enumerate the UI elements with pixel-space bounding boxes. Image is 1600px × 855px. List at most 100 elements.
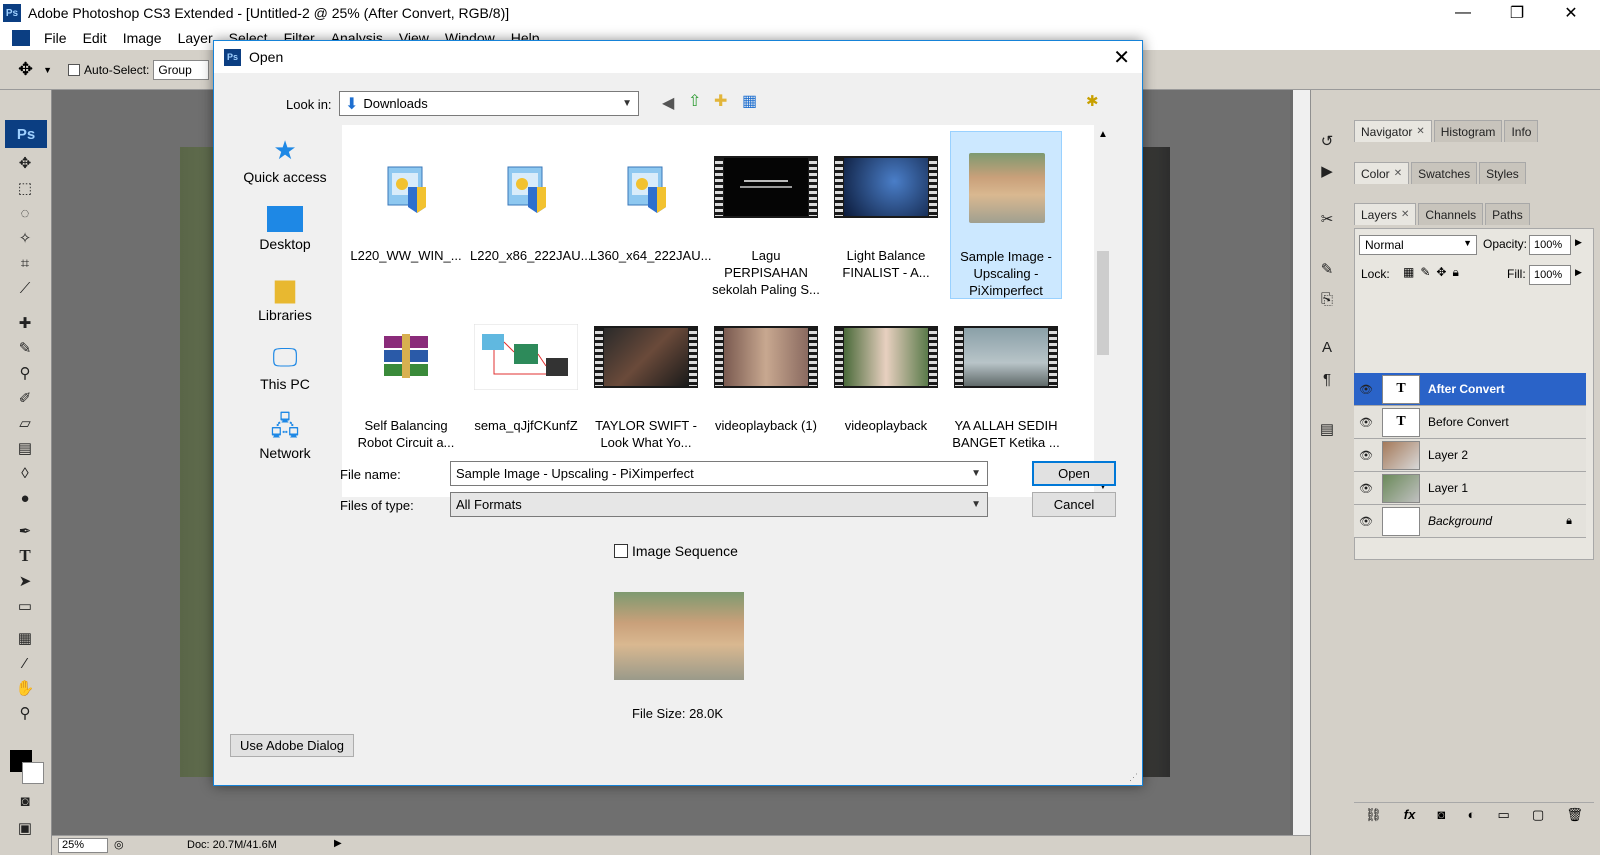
eye-icon[interactable]: 👁︎ (1354, 383, 1378, 396)
open-button[interactable]: Open (1032, 461, 1116, 486)
tab-swatches[interactable]: Swatches (1411, 162, 1478, 184)
eye-icon[interactable]: 👁︎ (1354, 482, 1378, 495)
gradient-tool-icon[interactable]: ▤ (12, 437, 38, 459)
notes-tool-icon[interactable]: ▦ (12, 627, 38, 649)
place-libraries[interactable]: ▆ Libraries (224, 273, 346, 323)
file-name-input[interactable]: Sample Image - Upscaling - PiXimperfect … (450, 461, 988, 486)
tab-color[interactable]: Color ✕ (1354, 162, 1410, 184)
dodge-tool-icon[interactable]: ● (12, 487, 38, 509)
cancel-button[interactable]: Cancel (1032, 492, 1116, 517)
tab-info[interactable]: Info (1504, 120, 1539, 142)
auto-select-checkbox[interactable] (68, 63, 81, 76)
fx-icon[interactable]: fx (1404, 807, 1416, 822)
menu-image[interactable]: Image (115, 30, 170, 46)
hand-tool-icon[interactable]: ✋ (12, 677, 38, 699)
file-item[interactable]: Light Balance FINALIST - A... (830, 131, 942, 299)
image-sequence-checkbox[interactable] (614, 544, 628, 558)
close-app-button[interactable]: ✕ (1548, 0, 1594, 26)
layer-row[interactable]: 👁︎ Layer 1 (1354, 472, 1586, 505)
document-scrollbar[interactable] (1293, 90, 1310, 835)
close-icon[interactable]: ✕ (1394, 168, 1402, 179)
file-item[interactable]: Self Balancing Robot Circuit a... (350, 301, 462, 469)
scroll-thumb[interactable] (1097, 251, 1109, 355)
close-icon[interactable]: ✕ (1113, 45, 1130, 70)
status-menu-arrow-icon[interactable]: ▶ (334, 838, 342, 849)
fill-arrow-icon[interactable]: ▶ (1575, 267, 1582, 278)
slice-tool-icon[interactable]: ⟋ (12, 277, 38, 299)
shape-tool-icon[interactable]: ▭ (12, 595, 38, 617)
file-item[interactable]: Lagu PERPISAHAN sekolah Paling S... (710, 131, 822, 299)
crop-tool-icon[interactable]: ⌗ (12, 252, 38, 274)
eye-icon[interactable]: 👁︎ (1354, 416, 1378, 429)
tab-channels[interactable]: Channels (1418, 203, 1484, 225)
tool-presets-icon[interactable]: ✂ (1314, 208, 1340, 230)
zoom-tool-icon[interactable]: ⚲ (12, 702, 38, 724)
actions-panel-icon[interactable]: ▶ (1314, 160, 1340, 182)
new-layer-icon[interactable]: ▢ (1532, 807, 1544, 823)
history-panel-icon[interactable]: ↺ (1314, 130, 1340, 152)
minimize-button[interactable]: — (1440, 0, 1486, 26)
adjustment-icon[interactable]: ◐ (1467, 807, 1475, 822)
tab-histogram[interactable]: Histogram (1433, 120, 1503, 142)
brush-tool-icon[interactable]: ✎ (12, 337, 38, 359)
layer-comps-icon[interactable]: ▤ (1314, 418, 1340, 440)
file-item[interactable]: Sample Image - Upscaling - PiXimperfect (950, 131, 1062, 299)
layer-row[interactable]: 👁︎ T After Convert (1354, 373, 1586, 406)
place-network[interactable]: 🖧︎ Network (224, 411, 346, 461)
blend-mode-dropdown[interactable]: Normal ▼ (1359, 235, 1477, 255)
file-item[interactable]: L360_x64_222JAU... (590, 131, 711, 299)
file-item[interactable]: L220_x86_222JAU... (470, 131, 591, 299)
history-brush-tool-icon[interactable]: ✐ (12, 387, 38, 409)
look-in-dropdown[interactable]: ⬇ Downloads ▼ (339, 91, 639, 116)
use-adobe-dialog-button[interactable]: Use Adobe Dialog (230, 734, 354, 757)
scroll-up-icon[interactable]: ▲ (1098, 129, 1108, 140)
tool-preset-arrow-icon[interactable]: ▼ (43, 65, 52, 75)
lasso-tool-icon[interactable]: ◌ (12, 202, 38, 224)
place-desktop[interactable]: Desktop (224, 204, 346, 252)
file-item[interactable]: L220_WW_WIN_... (350, 131, 462, 299)
pen-tool-icon[interactable]: ✒ (12, 520, 38, 542)
lock-icons[interactable]: ▦✎✥🔒︎ (1403, 265, 1465, 280)
link-icon[interactable]: ⛓︎ (1365, 807, 1382, 823)
clone-stamp-tool-icon[interactable]: ⚲ (12, 362, 38, 384)
move-tool-icon[interactable]: ✥ (12, 152, 38, 174)
tab-styles[interactable]: Styles (1479, 162, 1526, 184)
file-list-scrollbar[interactable]: ▲ ▼ (1094, 125, 1112, 497)
new-folder-icon[interactable]: ✚ (714, 91, 727, 111)
up-folder-icon[interactable]: ⇧ (688, 91, 701, 111)
close-icon[interactable]: ✕ (1401, 209, 1409, 220)
status-info-icon[interactable]: ◎ (114, 838, 124, 851)
place-this-pc[interactable]: 🖵︎ This PC (224, 342, 346, 392)
layer-row[interactable]: 👁︎ Background 🔒︎ (1354, 505, 1586, 538)
view-menu-icon[interactable]: ▦ (742, 91, 757, 111)
character-panel-icon[interactable]: A (1314, 336, 1340, 358)
magic-wand-tool-icon[interactable]: ✧ (12, 227, 38, 249)
screen-mode-icon[interactable]: ▣ (12, 817, 38, 839)
file-item[interactable]: TAYLOR SWIFT - Look What Yo... (590, 301, 702, 469)
files-of-type-dropdown[interactable]: All Formats ▼ (450, 492, 988, 517)
eye-icon[interactable]: 👁︎ (1354, 515, 1378, 528)
tab-paths[interactable]: Paths (1485, 203, 1530, 225)
folder-icon[interactable]: ▭ (1498, 807, 1510, 823)
file-item[interactable]: videoplayback (1) (710, 301, 822, 469)
file-item[interactable]: YA ALLAH SEDIH BANGET Ketika ... (950, 301, 1062, 469)
tab-navigator[interactable]: Navigator ✕ (1354, 120, 1432, 142)
layer-row[interactable]: 👁︎ T Before Convert (1354, 406, 1586, 439)
file-item[interactable]: sema_qJjfCKunfZ (470, 301, 582, 469)
mask-icon[interactable]: ◙ (1437, 807, 1445, 822)
place-quick-access[interactable]: ★ Quick access (224, 135, 346, 185)
opacity-arrow-icon[interactable]: ▶ (1575, 237, 1582, 248)
menu-file[interactable]: File (36, 30, 75, 46)
file-item[interactable]: videoplayback (830, 301, 942, 469)
clone-source-icon[interactable]: ⎘ (1314, 288, 1340, 310)
auto-select-dropdown[interactable]: Group (153, 59, 210, 80)
background-color-swatch[interactable] (22, 762, 44, 784)
eye-icon[interactable]: 👁︎ (1354, 449, 1378, 462)
path-selection-tool-icon[interactable]: ➤ (12, 570, 38, 592)
paragraph-panel-icon[interactable]: ¶ (1314, 368, 1340, 390)
tab-layers[interactable]: Layers ✕ (1354, 203, 1417, 225)
move-tool-icon[interactable]: ✥ (18, 59, 33, 80)
eraser-tool-icon[interactable]: ▱ (12, 412, 38, 434)
trash-icon[interactable]: 🗑︎ (1566, 807, 1583, 823)
blur-tool-icon[interactable]: ◊ (12, 462, 38, 484)
